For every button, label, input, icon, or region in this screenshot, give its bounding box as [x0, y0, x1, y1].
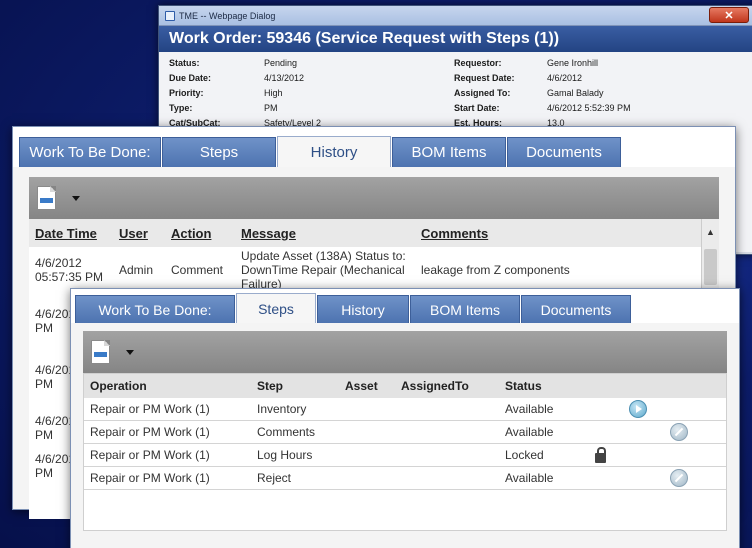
cell-operation: Repair or PM Work (1) — [90, 402, 210, 416]
field-label: Requestor: — [454, 58, 502, 68]
column-header-assigned-to[interactable]: AssignedTo — [401, 379, 505, 393]
cell-operation: Repair or PM Work (1) — [90, 425, 210, 439]
cell-operation: Repair or PM Work (1) — [90, 471, 210, 485]
cell-status: Available — [505, 471, 554, 485]
table-row[interactable]: Repair or PM Work (1) Comments Available — [84, 421, 726, 444]
tab-steps[interactable]: Steps — [162, 137, 276, 167]
cell-status: Available — [505, 425, 554, 439]
steps-window: Work To Be Done: Steps History BOM Items… — [70, 288, 740, 548]
column-header-status[interactable]: Status — [505, 379, 615, 393]
close-icon: ✕ — [724, 9, 734, 22]
history-toolbar — [29, 177, 719, 219]
tab-history[interactable]: History — [317, 295, 409, 323]
cell-comments: leakage from Z components — [421, 263, 570, 277]
steps-tabbar: Work To Be Done: Steps History BOM Items… — [71, 289, 739, 323]
column-header-step[interactable]: Step — [257, 379, 345, 393]
column-header-message[interactable]: Message — [241, 226, 421, 241]
field-value: 4/6/2012 — [547, 73, 583, 83]
field-value: High — [264, 88, 283, 98]
scroll-up-arrow-icon[interactable]: ▲ — [702, 219, 719, 237]
column-header-date-time[interactable]: Date Time — [29, 226, 119, 241]
no-entry-icon — [670, 469, 688, 487]
dialog-window-title: TME -- Webpage Dialog — [179, 10, 276, 21]
caret-down-icon — [126, 349, 134, 355]
ie-icon — [165, 10, 175, 21]
tab-work-to-be-done: Work To Be Done: — [19, 137, 161, 167]
history-tabbar: Work To Be Done: Steps History BOM Items… — [13, 127, 735, 167]
tab-documents[interactable]: Documents — [507, 137, 621, 167]
column-header-asset[interactable]: Asset — [345, 379, 401, 393]
field-label: Start Date: — [454, 103, 500, 113]
field-label: Due Date: — [169, 73, 212, 83]
column-header-user[interactable]: User — [119, 226, 171, 241]
steps-table-header: Operation Step Asset AssignedTo Status — [84, 374, 726, 398]
tab-history[interactable]: History — [277, 136, 391, 167]
field-value: Pending — [264, 58, 298, 68]
field-value: Gene Ironhill — [547, 58, 599, 68]
table-row[interactable]: Repair or PM Work (1) Reject Available — [84, 467, 726, 490]
steps-toolbar — [83, 331, 727, 373]
close-button[interactable]: ✕ — [709, 7, 749, 23]
table-row[interactable]: 4/6/2012 05:57:35 PM Admin Comment Updat… — [29, 247, 719, 293]
table-row[interactable]: Repair or PM Work (1) Log Hours Locked — [84, 444, 726, 467]
play-icon[interactable] — [629, 400, 647, 418]
tab-documents[interactable]: Documents — [521, 295, 631, 323]
cell-step: Log Hours — [257, 448, 313, 462]
column-header-comments[interactable]: Comments — [421, 226, 671, 241]
cell-message: Update Asset (138A) Status to: DownTime … — [241, 249, 406, 291]
history-table-header: Date Time User Action Message Comments — [29, 219, 719, 247]
dialog-titlebar: TME -- Webpage Dialog ✕ — [159, 6, 752, 26]
lock-icon — [595, 447, 606, 463]
cell-action: Comment — [171, 263, 224, 277]
new-document-button[interactable] — [37, 186, 80, 210]
table-row[interactable]: Repair or PM Work (1) Inventory Availabl… — [84, 398, 726, 421]
field-label: Request Date: — [454, 73, 515, 83]
cell-date-time: 4/6/2012 05:57:35 PM — [35, 256, 104, 284]
field-value: PM — [264, 103, 278, 113]
field-label: Status: — [169, 58, 200, 68]
work-order-title: Work Order: 59346 (Service Request with … — [159, 26, 752, 52]
cell-step: Reject — [257, 471, 292, 485]
no-entry-icon — [670, 423, 688, 441]
field-value: 4/6/2012 5:52:39 PM — [547, 103, 631, 113]
tab-bom-items[interactable]: BOM Items — [392, 137, 506, 167]
cell-status: Available — [505, 402, 554, 416]
field-value: 4/13/2012 — [264, 73, 305, 83]
document-icon — [37, 186, 56, 210]
cell-step: Comments — [257, 425, 316, 439]
field-label: Assigned To: — [454, 88, 511, 98]
new-document-button[interactable] — [91, 340, 134, 364]
field-value: Gamal Balady — [547, 88, 604, 98]
column-header-action[interactable]: Action — [171, 226, 241, 241]
field-label: Type: — [169, 103, 193, 113]
column-header-operation[interactable]: Operation — [84, 379, 257, 393]
cell-step: Inventory — [257, 402, 307, 416]
cell-user: Admin — [119, 263, 154, 277]
field-label: Priority: — [169, 88, 204, 98]
document-icon — [91, 340, 110, 364]
scroll-thumb[interactable] — [704, 249, 717, 285]
tab-work-to-be-done: Work To Be Done: — [75, 295, 235, 323]
cell-operation: Repair or PM Work (1) — [90, 448, 210, 462]
tab-steps[interactable]: Steps — [236, 293, 316, 323]
caret-down-icon — [72, 195, 80, 201]
tab-bom-items[interactable]: BOM Items — [410, 295, 520, 323]
steps-table: Operation Step Asset AssignedTo Status R… — [83, 373, 727, 531]
